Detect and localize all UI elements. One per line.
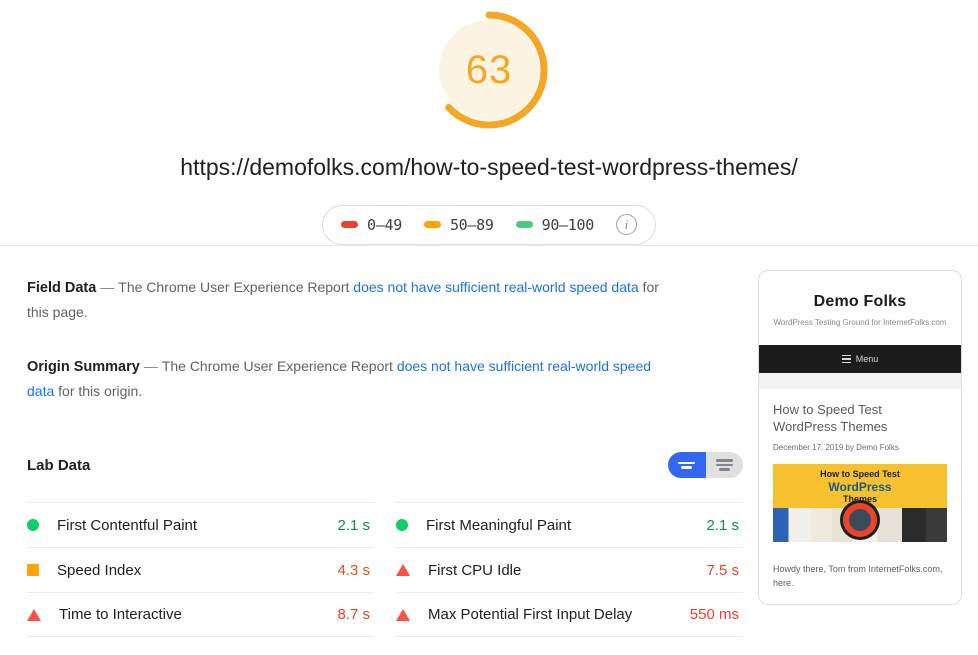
table-row[interactable]: Speed Index 4.3 s (27, 547, 374, 592)
metric-name: First Meaningful Paint (426, 516, 572, 534)
field-data-text-before: The Chrome User Experience Report (118, 279, 354, 295)
table-row[interactable]: First Contentful Paint 2.1 s (27, 502, 374, 547)
lab-data-title: Lab Data (27, 456, 91, 474)
field-data-section: Field Data — The Chrome User Experience Re… (27, 275, 675, 324)
table-row[interactable]: Max Potential First Input Delay 550 ms (396, 592, 743, 637)
preview-article: How to Speed Test WordPress Themes Decem… (759, 389, 961, 552)
metric-name: Speed Index (57, 561, 142, 579)
field-data-title: Field Data (27, 280, 97, 296)
origin-summary-text-before: The Chrome User Experience Report (161, 358, 397, 374)
legend-item-poor: 0–49 (341, 216, 402, 234)
preview-menu-label: Menu (855, 354, 879, 364)
featured-image-line1: How to Speed Test (820, 469, 900, 479)
wordpress-logo-icon (840, 500, 880, 540)
toggle-line (718, 468, 730, 471)
metric-value: 2.1 s (337, 516, 370, 534)
preview-article-meta: December 17, 2019 by Demo Folks (773, 443, 899, 452)
square-icon (27, 564, 39, 576)
toggle-line (681, 466, 693, 469)
score-value: 63 (465, 47, 513, 92)
circle-icon (396, 519, 408, 531)
preview-column: Demo Folks WordPress Testing Ground for … (748, 246, 962, 637)
preview-spacer (759, 373, 961, 389)
triangle-icon (27, 608, 41, 621)
featured-image-line2: WordPress (828, 480, 892, 494)
legend-label-poor: 0–49 (367, 215, 402, 234)
view-toggle[interactable] (668, 452, 743, 478)
legend-wrapper: 0–49 50–89 90–100 i (0, 204, 978, 245)
toggle-line (678, 461, 696, 464)
dash-icon (423, 221, 441, 229)
tested-url: https://demofolks.com/how-to-speed-test-… (180, 154, 798, 180)
toggle-line (715, 463, 733, 467)
table-row[interactable]: First Meaningful Paint 2.1 s (396, 502, 743, 547)
circle-icon (27, 519, 39, 531)
info-icon[interactable]: i (615, 214, 637, 236)
legend-label-good: 90–100 (541, 215, 595, 234)
legend-item-average: 50–89 (423, 215, 494, 234)
preview-tagline: WordPress Testing Ground for InternetFol… (773, 318, 947, 327)
metric-name: First Contentful Paint (57, 516, 198, 534)
legend-label-average: 50–89 (449, 215, 494, 234)
grid-view-button[interactable] (668, 452, 706, 478)
triangle-icon (396, 564, 410, 576)
metric-value: 7.5 s (706, 561, 739, 579)
metrics-column-right: First Meaningful Paint 2.1 s First CPU I… (396, 502, 743, 637)
preview-featured-image: How to Speed Test WordPress Themes (773, 464, 947, 542)
report-main-column: Field Data — The Chrome User Experience Re… (0, 246, 748, 637)
preview-header: Demo Folks WordPress Testing Ground for … (759, 271, 961, 345)
origin-summary-section: Origin Summary — The Chrome User Experienc… (27, 354, 675, 403)
lab-data-header: Lab Data (27, 452, 743, 478)
score-gauge-wrapper: 63 (0, 8, 978, 133)
metric-name: First CPU Idle (428, 561, 522, 579)
score-legend: 0–49 50–89 90–100 i (322, 204, 656, 245)
hamburger-icon (841, 354, 851, 364)
metric-name: Time to Interactive (59, 606, 182, 623)
score-header: 63 https://demofolks.com/how-to-speed-te… (0, 0, 978, 246)
score-gauge: 63 (427, 8, 551, 132)
origin-summary-dash: — (143, 358, 158, 374)
table-row[interactable]: First CPU Idle 7.5 s (396, 547, 743, 592)
toggle-line (715, 459, 733, 462)
metric-value: 2.1 s (706, 516, 739, 534)
legend-item-good: 90–100 (515, 215, 595, 234)
metric-value: 8.7 s (337, 606, 370, 623)
origin-summary-text-after: for this origin. (54, 383, 143, 399)
preview-article-title: How to Speed Test WordPress Themes (773, 402, 888, 434)
dash-icon (515, 221, 533, 229)
metrics-column-left: First Contentful Paint 2.1 s Speed Index… (27, 502, 374, 637)
metric-value: 4.3 s (337, 561, 370, 579)
metric-name: Max Potential First Input Delay (428, 606, 633, 623)
preview-footer-text: Howdy there, Tom from InternetFolks.com,… (773, 564, 943, 588)
metric-value: 550 ms (689, 606, 739, 623)
preview-menu-bar: Menu (759, 345, 961, 373)
field-data-dash: — (100, 279, 115, 295)
lab-metrics: First Contentful Paint 2.1 s Speed Index… (27, 502, 748, 637)
report-body: Field Data — The Chrome User Experience Re… (0, 246, 978, 637)
dash-icon (341, 221, 358, 229)
page-screenshot-panel: Demo Folks WordPress Testing Ground for … (758, 270, 962, 605)
triangle-icon (396, 608, 410, 621)
origin-summary-title: Origin Summary (27, 359, 140, 375)
field-data-link[interactable]: does not have sufficient real-world spee… (353, 279, 638, 295)
preview-site-title: Demo Folks (813, 293, 907, 310)
table-row[interactable]: Time to Interactive 8.7 s (27, 592, 374, 637)
list-view-button[interactable] (705, 452, 743, 478)
